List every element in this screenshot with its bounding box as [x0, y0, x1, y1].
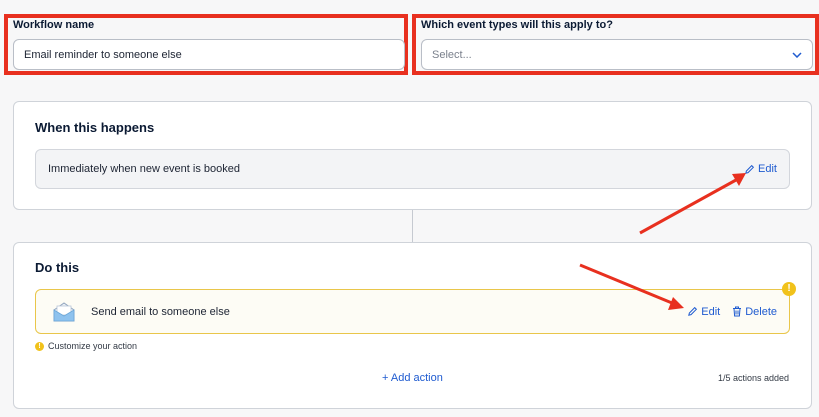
arrow-to-trigger-edit: [639, 173, 746, 235]
arrow-to-action-edit: [579, 263, 684, 310]
annotation-arrows: [579, 173, 746, 310]
